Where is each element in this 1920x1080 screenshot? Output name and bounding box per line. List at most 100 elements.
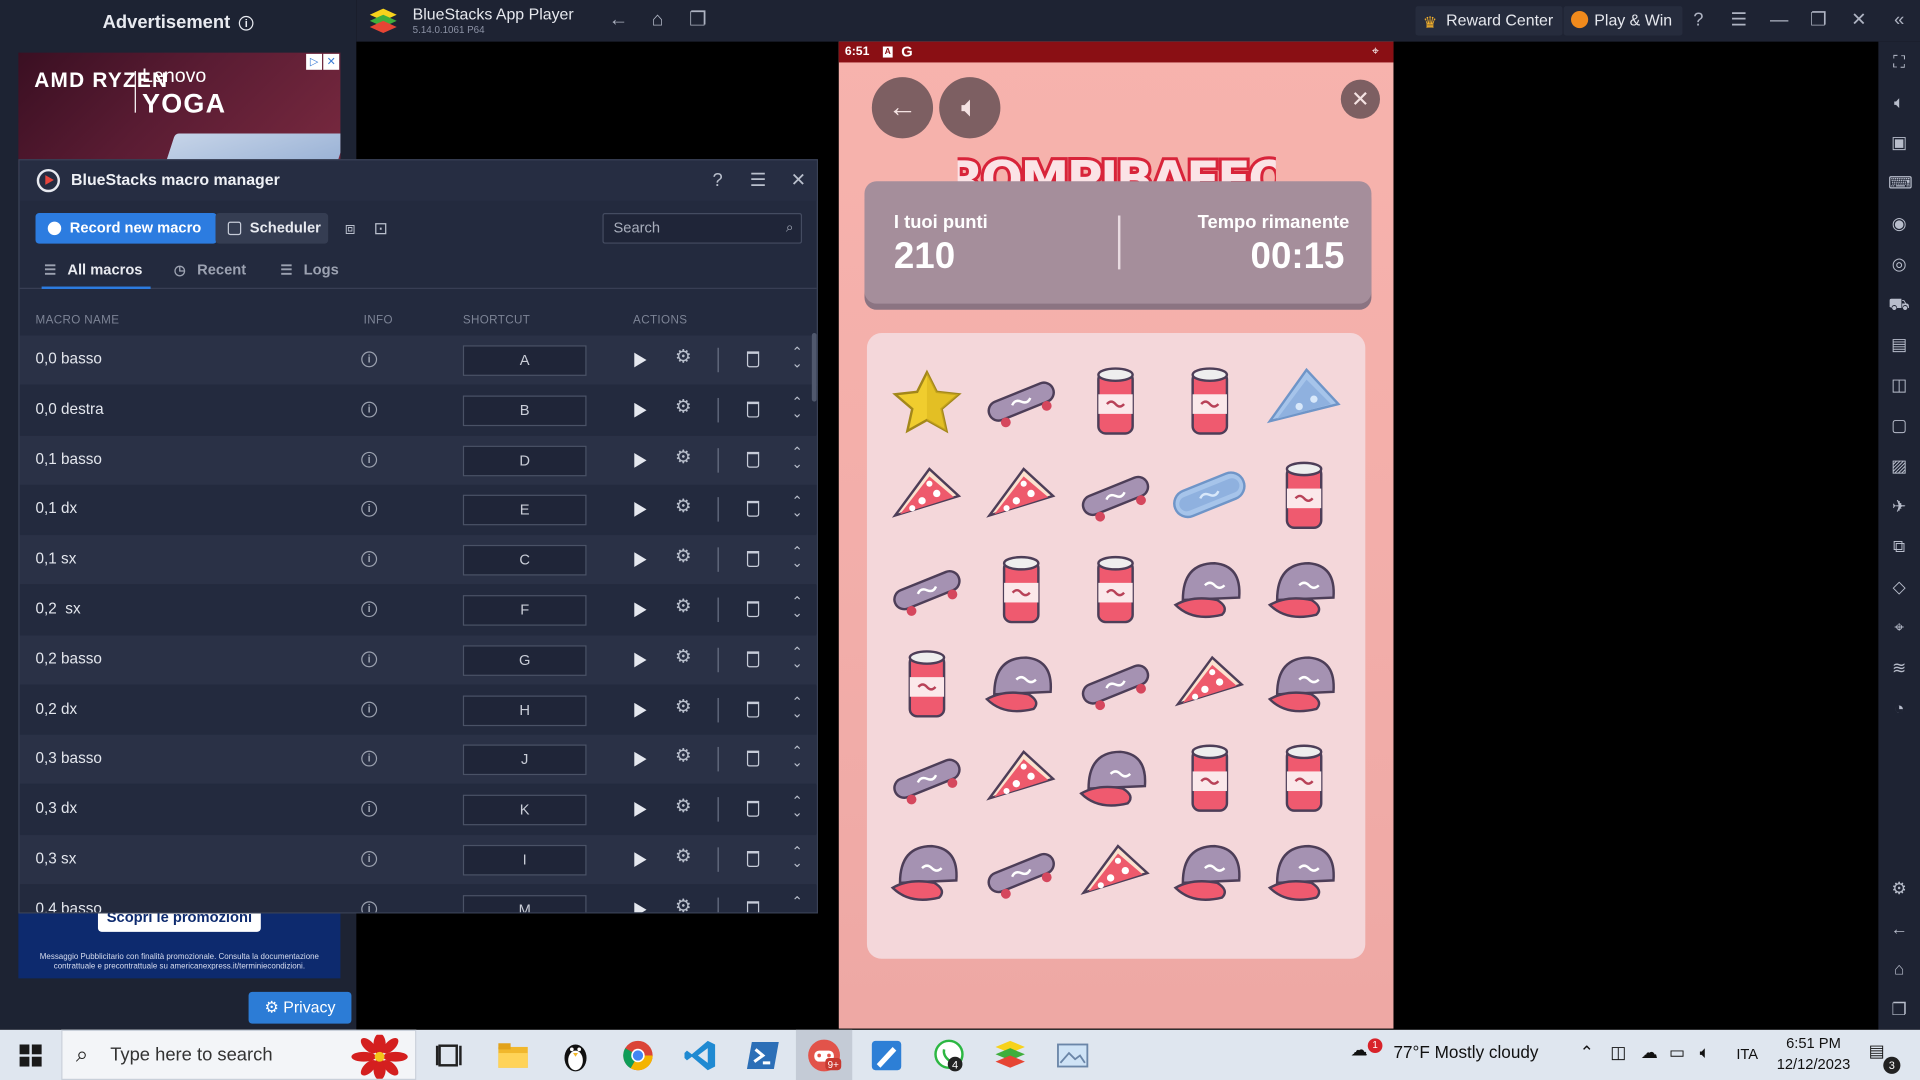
game-tile-cap[interactable] xyxy=(1168,549,1251,632)
macro-row[interactable]: 0,0 destra i B ⚙ ⌃ ⌄ xyxy=(19,385,817,435)
gear-icon[interactable]: ⚙ xyxy=(673,647,693,668)
game-tile-pizza[interactable] xyxy=(980,454,1063,537)
reorder-icon[interactable]: ⌃ ⌄ xyxy=(787,646,807,672)
shortcut-field[interactable]: B xyxy=(462,395,587,426)
info-icon[interactable]: i xyxy=(361,551,378,568)
gear-icon[interactable]: ⚙ xyxy=(673,597,693,618)
shortcut-field[interactable]: K xyxy=(462,794,587,826)
file-explorer-icon[interactable] xyxy=(495,1037,532,1074)
minimize-icon[interactable]: — xyxy=(1767,9,1791,33)
media-icon[interactable]: ▣ xyxy=(1888,131,1910,153)
menu-icon[interactable]: ☰ xyxy=(746,169,770,193)
gear-icon[interactable]: ⚙ xyxy=(673,847,693,867)
game-tile-can[interactable] xyxy=(1168,737,1251,820)
gear-icon[interactable]: ⚙ xyxy=(673,797,693,817)
shortcut-field[interactable]: I xyxy=(462,844,587,876)
game-tile-pizza[interactable] xyxy=(980,737,1063,820)
game-tile-pizza[interactable] xyxy=(885,454,968,537)
play-icon[interactable] xyxy=(634,752,647,768)
back-icon[interactable]: ← xyxy=(607,10,629,32)
game-sound-button[interactable]: 🔈︎ xyxy=(939,77,1001,139)
scrollbar[interactable] xyxy=(811,333,817,402)
play-icon[interactable] xyxy=(634,852,647,867)
info-icon[interactable]: i xyxy=(361,601,378,618)
play-icon[interactable] xyxy=(634,802,647,817)
privacy-button[interactable]: ⚙ Privacy xyxy=(248,991,352,1024)
play-icon[interactable] xyxy=(634,652,647,668)
play-icon[interactable] xyxy=(634,552,647,568)
gear-icon[interactable]: ⚙ xyxy=(673,347,693,368)
macro-row[interactable]: 0,4 basso i M ⚙ ⌃ ⌄ xyxy=(19,885,817,913)
whatsapp-icon[interactable]: 4 xyxy=(931,1037,968,1074)
penguin-app-icon[interactable] xyxy=(557,1037,594,1074)
import-folder-icon[interactable]: ⊡ xyxy=(370,217,392,239)
gear-icon[interactable]: ⚙ xyxy=(673,497,693,518)
gear-icon[interactable]: ⚙ xyxy=(673,697,693,717)
merge-macros-icon[interactable]: ⧈ xyxy=(339,217,361,239)
macro-icon[interactable]: ◉ xyxy=(1888,212,1910,234)
macro-row[interactable]: 0,1 sx i C ⚙ ⌃ ⌄ xyxy=(19,535,817,585)
weather-icon[interactable]: ☁ xyxy=(1351,1040,1368,1061)
game-tile-can[interactable] xyxy=(1262,454,1345,537)
trash-icon[interactable] xyxy=(746,701,760,718)
multitask-icon[interactable]: ❐ xyxy=(687,10,709,32)
macro-row[interactable]: 0,3 sx i I ⚙ ⌃ ⌄ xyxy=(19,835,817,885)
tab-all-macros[interactable]: ☰ All macros xyxy=(44,261,142,278)
volume-icon[interactable]: 🔈︎ xyxy=(1888,91,1910,113)
game-tile-star[interactable] xyxy=(885,360,968,443)
collapse-sidebar-icon[interactable]: « xyxy=(1887,9,1911,33)
game-tile-cap[interactable] xyxy=(980,643,1063,726)
reorder-icon[interactable]: ⌃ ⌄ xyxy=(787,396,807,422)
game-tile-skateboard[interactable] xyxy=(885,549,968,632)
game-tile-skateboard[interactable] xyxy=(1074,454,1157,537)
meet-icon[interactable]: ◫ xyxy=(1610,1042,1626,1063)
menu-icon[interactable]: ☰ xyxy=(1727,9,1751,33)
show-hidden-icons-icon[interactable]: ⌃ xyxy=(1580,1042,1594,1063)
gear-icon[interactable]: ⚙ xyxy=(673,397,693,418)
game-screen[interactable]: 6:51 A G ⌖ ← 🔈︎ ✕ ROMPIBAFFO I tuoi punt… xyxy=(838,41,1394,1029)
image-viewer-icon[interactable] xyxy=(1054,1037,1091,1074)
game-tile-can[interactable] xyxy=(980,549,1063,632)
trash-icon[interactable] xyxy=(746,451,760,468)
info-icon[interactable]: i xyxy=(361,451,378,468)
play-icon[interactable] xyxy=(634,402,647,418)
restore-icon[interactable]: ❐ xyxy=(1806,9,1830,33)
layers-icon[interactable]: ≋ xyxy=(1888,656,1910,678)
shortcut-field[interactable]: G xyxy=(462,645,587,676)
taskbar-clock[interactable]: 6:51 PM 12/12/2023 xyxy=(1773,1033,1854,1075)
play-icon[interactable] xyxy=(634,902,647,913)
reorder-icon[interactable]: ⌃ ⌄ xyxy=(787,346,807,372)
game-close-button[interactable]: ✕ xyxy=(1340,79,1381,119)
play-icon[interactable] xyxy=(634,602,647,618)
reorder-icon[interactable]: ⌃ ⌄ xyxy=(787,596,807,622)
reorder-icon[interactable]: ⌃ ⌄ xyxy=(787,796,807,821)
trash-icon[interactable] xyxy=(746,900,760,913)
eraser-icon[interactable]: ◇ xyxy=(1888,576,1910,598)
gear-icon[interactable]: ⚙ xyxy=(673,447,693,468)
gamepad-icon[interactable]: ⛟ xyxy=(1888,293,1910,315)
android-back-icon[interactable]: ← xyxy=(1888,917,1910,939)
tab-logs[interactable]: ☰ Logs xyxy=(280,261,338,278)
info-icon[interactable]: i xyxy=(361,501,378,518)
help-icon[interactable]: ? xyxy=(1686,9,1710,33)
ad-close-icon[interactable]: ✕ xyxy=(323,53,340,70)
trash-icon[interactable] xyxy=(746,501,760,518)
trash-icon[interactable] xyxy=(746,351,760,368)
android-recents-icon[interactable]: ❐ xyxy=(1888,998,1910,1020)
paint-app-icon[interactable] xyxy=(868,1037,905,1074)
gear-icon[interactable]: ⚙ xyxy=(673,747,693,767)
record-new-macro-button[interactable]: Record new macro xyxy=(35,213,217,244)
shortcut-field[interactable]: D xyxy=(462,445,587,476)
info-icon[interactable]: i xyxy=(361,751,378,768)
weather-text[interactable]: 77°F Mostly cloudy xyxy=(1393,1042,1538,1062)
info-icon[interactable]: i xyxy=(361,651,378,668)
game-tile-skateboard[interactable] xyxy=(885,737,968,820)
game-back-button[interactable]: ← xyxy=(871,77,934,139)
reorder-icon[interactable]: ⌃ ⌄ xyxy=(787,696,807,721)
play-icon[interactable] xyxy=(634,702,647,718)
task-view-icon[interactable] xyxy=(432,1037,469,1074)
macro-row[interactable]: 0,0 basso i A ⚙ ⌃ ⌄ xyxy=(19,335,817,385)
trash-icon[interactable] xyxy=(746,651,760,668)
android-home-icon[interactable]: ⌂ xyxy=(1888,958,1910,980)
game-tile-cap[interactable] xyxy=(1262,549,1345,632)
